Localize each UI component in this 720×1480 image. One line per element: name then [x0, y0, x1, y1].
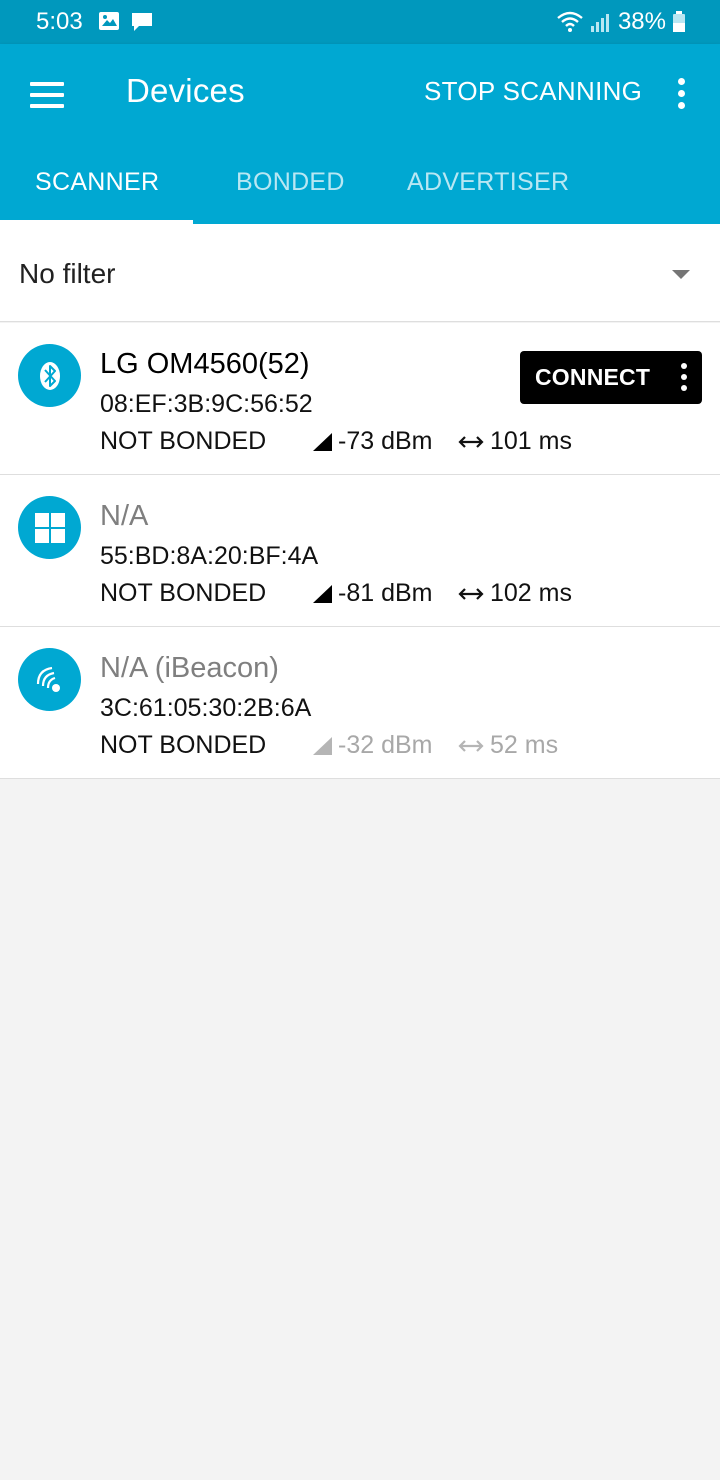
battery-icon: [673, 11, 685, 32]
dropdown-arrow-icon: [672, 270, 690, 279]
rssi-value: -32 dBm: [338, 731, 433, 759]
status-bar: 5:03 38%: [0, 0, 720, 44]
filter-dropdown[interactable]: No filter: [0, 224, 720, 322]
app-bar: Devices STOP SCANNING SCANNER BONDED ADV…: [0, 44, 720, 224]
beacon-icon: [18, 648, 81, 711]
device-bond-state: NOT BONDED: [100, 731, 267, 759]
notification-icons: [98, 11, 154, 33]
signal-strength-icon: [313, 736, 332, 755]
device-name: N/A (iBeacon): [100, 652, 279, 684]
interval-arrows-icon: [458, 435, 484, 448]
tab-bar: SCANNER BONDED ADVERTISER: [0, 140, 720, 224]
tab-scanner[interactable]: SCANNER: [35, 140, 159, 224]
wifi-icon: [557, 11, 583, 32]
interval-value: 101 ms: [490, 427, 572, 455]
device-bond-state: NOT BONDED: [100, 427, 267, 455]
stop-scanning-button[interactable]: STOP SCANNING: [424, 76, 642, 107]
signal-strength-icon: [313, 432, 332, 451]
connect-label: CONNECT: [535, 364, 651, 390]
image-icon: [99, 12, 119, 30]
device-bond-state: NOT BONDED: [100, 579, 267, 607]
device-interval: 102 ms: [458, 579, 572, 608]
device-interval: 52 ms: [458, 731, 558, 760]
device-rssi: -81 dBm: [312, 579, 432, 608]
device-list-item[interactable]: LG OM4560(52) 08:EF:3B:9C:56:52 NOT BOND…: [0, 323, 720, 475]
page-title: Devices: [126, 72, 245, 109]
device-rssi: -73 dBm: [312, 427, 432, 456]
interval-arrows-icon: [458, 739, 484, 752]
interval-value: 52 ms: [490, 731, 559, 759]
signal-icon: [590, 14, 609, 32]
device-list-item[interactable]: N/A (iBeacon) 3C:61:05:30:2B:6A NOT BOND…: [0, 627, 720, 779]
rssi-value: -73 dBm: [338, 427, 433, 455]
device-name: N/A: [100, 500, 149, 532]
message-icon: [132, 13, 152, 31]
interval-arrows-icon: [458, 587, 484, 600]
device-address: 3C:61:05:30:2B:6A: [100, 694, 312, 722]
system-icons: 38%: [556, 8, 686, 36]
connect-more-icon[interactable]: [680, 363, 688, 393]
more-options-icon[interactable]: [670, 74, 692, 114]
signal-strength-icon: [313, 584, 332, 603]
device-interval: 101 ms: [458, 427, 572, 456]
tab-advertiser[interactable]: ADVERTISER: [407, 140, 569, 224]
device-name: LG OM4560(52): [100, 348, 310, 380]
filter-selected: No filter: [19, 258, 116, 289]
interval-value: 102 ms: [490, 579, 572, 607]
connect-button[interactable]: CONNECT: [520, 351, 702, 404]
rssi-value: -81 dBm: [338, 579, 433, 607]
menu-icon[interactable]: [30, 78, 70, 110]
bluetooth-icon: [18, 344, 81, 407]
device-list-item[interactable]: N/A 55:BD:8A:20:BF:4A NOT BONDED -81 dBm…: [0, 475, 720, 627]
device-address: 08:EF:3B:9C:56:52: [100, 390, 313, 418]
device-rssi: -32 dBm: [312, 731, 432, 760]
tab-bonded[interactable]: BONDED: [236, 140, 345, 224]
windows-icon: [18, 496, 81, 559]
status-time: 5:03: [36, 8, 83, 35]
battery-percent: 38%: [617, 8, 666, 35]
device-address: 55:BD:8A:20:BF:4A: [100, 542, 319, 570]
